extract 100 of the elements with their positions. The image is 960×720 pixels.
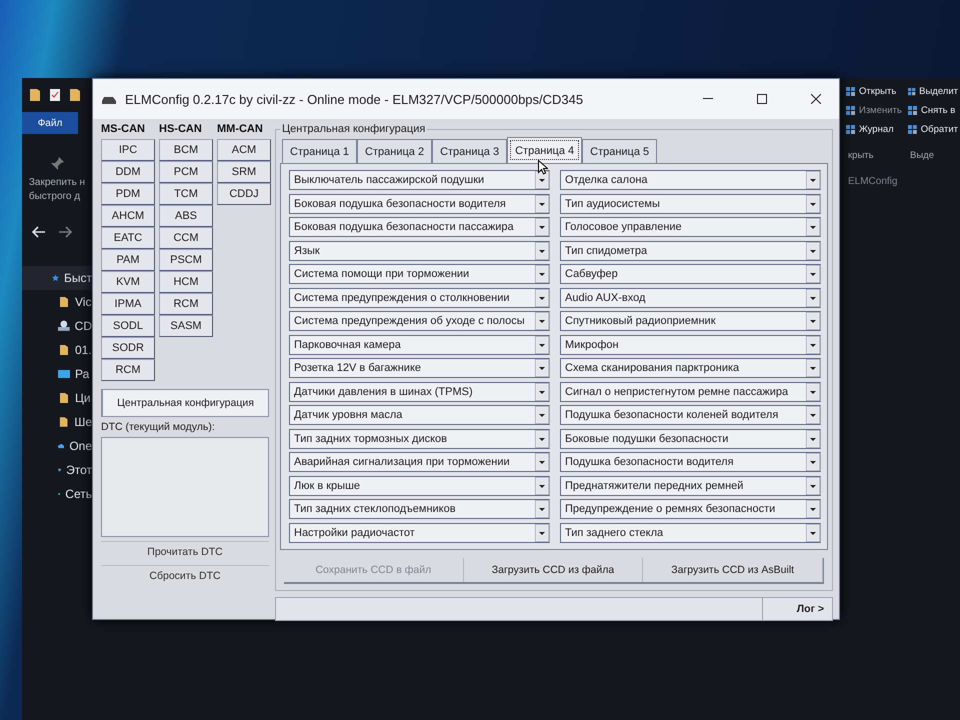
desktop-icon — [58, 368, 70, 380]
module-button[interactable]: SODR — [101, 337, 155, 359]
ribbon-item[interactable]: Выделит — [908, 86, 958, 97]
module-button[interactable]: SASM — [159, 315, 213, 337]
caret-icon — [806, 359, 820, 377]
dropdown[interactable]: Датчик уровня масла — [289, 405, 550, 425]
module-button[interactable]: CCM — [159, 227, 213, 249]
module-button[interactable]: IPMA — [101, 293, 155, 315]
central-config-button[interactable]: Центральная конфигурация — [101, 389, 269, 417]
page-tab[interactable]: Страница 5 — [582, 139, 658, 163]
caret-icon — [806, 430, 820, 448]
caret-icon — [806, 171, 820, 189]
dropdown[interactable]: Розетка 12V в багажнике — [289, 358, 550, 378]
dropdown[interactable]: Выключатель пассажирской подушки — [289, 170, 550, 190]
module-button[interactable]: SRM — [217, 161, 271, 183]
dropdown[interactable]: Подушка безопасности водителя — [560, 452, 821, 472]
dropdown[interactable]: Схема сканирования парктроника — [560, 358, 821, 378]
action-button[interactable]: Загрузить CCD из файла — [464, 558, 644, 582]
ribbon-item[interactable]: Журнал — [846, 124, 908, 135]
dropdown[interactable]: Тип спидометра — [560, 240, 821, 260]
nav-item[interactable]: Ци — [22, 386, 92, 410]
dropdown[interactable]: Преднатяжители передних ремней — [560, 476, 821, 496]
dtc-button[interactable]: Прочитать DTC — [101, 541, 269, 561]
nav-item[interactable]: One — [22, 434, 92, 458]
dtc-label: DTC (текущий модуль): — [101, 421, 216, 433]
nav-item[interactable]: Ше — [22, 410, 92, 434]
module-button[interactable]: ABS — [159, 205, 213, 227]
dropdown[interactable]: Отделка салона — [560, 170, 821, 190]
dropdown[interactable]: Сабвуфер — [560, 264, 821, 284]
caret-icon — [535, 500, 549, 518]
file-tab[interactable]: Файл — [22, 112, 78, 134]
module-button[interactable]: PAM — [101, 249, 155, 271]
dropdown[interactable]: Аварийная сигнализация при торможении — [289, 452, 550, 472]
close-icon — [811, 94, 821, 104]
dropdown[interactable]: Датчики давления в шинах (TPMS) — [289, 382, 550, 402]
module-button[interactable]: IPC — [101, 139, 155, 161]
nav-label: Vic — [75, 295, 92, 309]
ribbon-item[interactable]: Снять в — [908, 105, 958, 116]
module-button[interactable]: PDM — [101, 183, 155, 205]
module-button[interactable]: PCM — [159, 161, 213, 183]
dropdown[interactable]: Тип задних стеклоподъемников — [289, 499, 550, 519]
dropdown[interactable]: Сигнал о непристегнутом ремне пассажира — [560, 382, 821, 402]
ribbon-item[interactable]: Открыть — [846, 86, 908, 97]
dropdown[interactable]: Боковые подушки безопасности — [560, 428, 821, 448]
page-tab[interactable]: Страница 1 — [282, 139, 358, 163]
dtc-button[interactable]: Сбросить DTC — [101, 565, 269, 585]
nav-item[interactable]: Этот — [22, 458, 92, 482]
module-button[interactable]: HCM — [159, 271, 213, 293]
dropdown[interactable]: Audio AUX-вход — [560, 288, 821, 308]
page-tab[interactable]: Страница 2 — [357, 139, 432, 163]
dropdown[interactable]: Голосовое управление — [560, 217, 821, 237]
nav-item[interactable]: Сеть — [22, 482, 92, 506]
dropdown[interactable]: Спутниковый радиоприемник — [560, 311, 821, 331]
module-button[interactable]: RCM — [159, 293, 213, 315]
dropdown[interactable]: Система помощи при торможении — [289, 264, 550, 284]
module-button[interactable]: RCM — [101, 359, 155, 381]
nav-item[interactable]: Ра — [22, 362, 92, 386]
module-button[interactable]: SODL — [101, 315, 155, 337]
dropdown[interactable]: Боковая подушка безопасности пассажира — [289, 217, 550, 237]
page-tab[interactable]: Страница 3 — [432, 139, 508, 163]
action-button[interactable]: Загрузить CCD из AsBuilt — [643, 558, 824, 582]
module-button[interactable]: KVM — [101, 271, 155, 293]
ribbon-item[interactable]: Обратит — [908, 124, 958, 135]
pin-label[interactable]: Закрепить н быстрого д — [28, 176, 86, 204]
log-button[interactable]: Лог > — [762, 598, 832, 620]
dropdown[interactable]: Тип задних тормозных дисков — [289, 428, 550, 448]
dropdown[interactable]: Микрофон — [560, 334, 821, 354]
dropdown[interactable]: Система предупреждения о столкновении — [289, 288, 550, 308]
nav-item[interactable]: CD — [22, 314, 92, 338]
forward-arrow-icon[interactable] — [58, 226, 72, 238]
page-tab[interactable]: Страница 4 — [507, 137, 582, 163]
nav-item[interactable]: Быст — [22, 266, 92, 290]
nav-item[interactable]: Vic — [22, 290, 92, 314]
caret-icon — [535, 288, 549, 306]
caret-icon — [806, 312, 820, 330]
bus-title: MS-CAN — [101, 123, 146, 137]
dtc-list[interactable] — [101, 437, 269, 537]
dropdown[interactable]: Парковочная камера — [289, 334, 550, 354]
dropdown[interactable]: Предупреждение о ремнях безопасности — [560, 499, 821, 519]
module-button[interactable]: EATC — [101, 227, 155, 249]
module-button[interactable]: ACM — [217, 139, 271, 161]
dropdown[interactable]: Тип аудиосистемы — [560, 194, 821, 214]
module-button[interactable]: AHCM — [101, 205, 155, 227]
dropdown[interactable]: Люк в крыше — [289, 476, 550, 496]
module-button[interactable]: BCM — [159, 139, 213, 161]
folder-icon — [58, 416, 70, 428]
module-button[interactable]: CDDJ — [217, 183, 271, 205]
dropdown[interactable]: Подушка безопасности коленей водителя — [560, 405, 821, 425]
nav-item[interactable]: 01. — [22, 338, 92, 362]
module-button[interactable]: DDM — [101, 161, 155, 183]
ribbon-icon — [846, 124, 856, 134]
module-button[interactable]: PSCM — [159, 249, 213, 271]
module-button[interactable]: TCM — [159, 183, 213, 205]
dropdown[interactable]: Система предупреждения об уходе с полосы — [289, 311, 550, 331]
back-arrow-icon[interactable] — [32, 226, 46, 238]
dropdown[interactable]: Боковая подушка безопасности водителя — [289, 194, 550, 214]
dropdown[interactable]: Тип заднего стекла — [560, 522, 821, 542]
nav-label: 01. — [75, 343, 92, 357]
dropdown[interactable]: Настройки радиочастот — [289, 522, 550, 542]
dropdown[interactable]: Язык — [289, 240, 550, 260]
